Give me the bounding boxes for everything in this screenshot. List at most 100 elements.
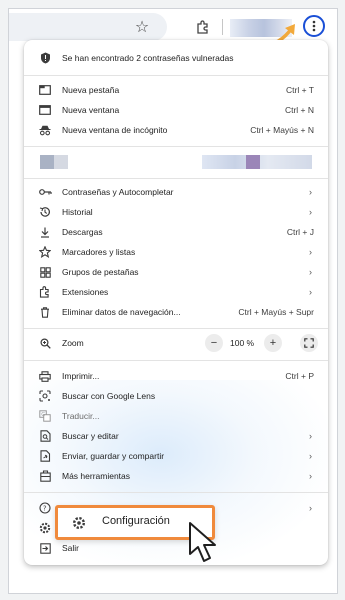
menu-item-label: Enviar, guardar y compartir — [62, 451, 165, 461]
menu-item-exit[interactable]: Salir — [24, 538, 328, 558]
menu-item-label: Buscar y editar — [62, 431, 119, 441]
menu-item-label: Descargas — [62, 227, 103, 237]
zoom-value: 100 % — [230, 338, 255, 348]
help-icon: ? — [38, 501, 52, 515]
shortcut-label: Ctrl + Mayús + N — [250, 125, 314, 135]
profile-avatar-blurred — [54, 155, 68, 169]
new-window-icon — [38, 103, 52, 117]
more-vert-menu-button[interactable] — [303, 15, 325, 37]
chevron-right-icon: › — [309, 247, 312, 257]
menu-item-label: Nueva ventana de incógnito — [62, 125, 168, 135]
key-icon — [38, 185, 52, 199]
profile-color-swatch — [246, 155, 260, 169]
chevron-right-icon: › — [309, 471, 312, 481]
new-tab-icon — [38, 83, 52, 97]
menu-item-tab-groups[interactable]: Grupos de pestañas › — [24, 262, 328, 282]
incognito-icon — [38, 123, 52, 137]
menu-item-label: Grupos de pestañas — [62, 267, 139, 277]
menu-item-label: Traducir... — [62, 411, 100, 421]
menu-item-extensions[interactable]: Extensiones › — [24, 282, 328, 302]
menu-item-label: Salir — [62, 543, 80, 553]
chevron-right-icon: › — [309, 431, 312, 441]
find-icon — [38, 429, 52, 443]
divider — [24, 360, 328, 361]
divider — [24, 492, 328, 493]
password-warning-label: Se han encontrado 2 contraseñas vulnerad… — [62, 53, 234, 63]
menu-item-label: Contraseñas y Autocompletar — [62, 187, 174, 197]
chevron-right-icon: › — [309, 287, 312, 297]
svg-text:?: ? — [43, 505, 47, 513]
menu-item-label: Más herramientas — [62, 471, 131, 481]
lens-icon — [38, 389, 52, 403]
menu-item-google-lens[interactable]: Buscar con Google Lens — [24, 386, 328, 406]
menu-item-translate[interactable]: G Traducir... — [24, 406, 328, 426]
translate-icon: G — [38, 409, 52, 423]
chevron-right-icon: › — [309, 503, 312, 513]
zoom-row: Zoom − 100 % + — [24, 332, 328, 354]
menu-item-find-edit[interactable]: Buscar y editar › — [24, 426, 328, 446]
fullscreen-button[interactable] — [300, 334, 318, 352]
download-icon — [38, 225, 52, 239]
zoom-label: Zoom — [62, 338, 84, 348]
chevron-right-icon: › — [309, 451, 312, 461]
extensions-icon — [38, 285, 52, 299]
extensions-icon[interactable] — [193, 17, 213, 37]
shortcut-label: Ctrl + J — [286, 227, 314, 237]
password-warning-item[interactable]: Se han encontrado 2 contraseñas vulnerad… — [24, 48, 328, 68]
print-icon — [38, 369, 52, 383]
tab-groups-icon — [38, 265, 52, 279]
menu-item-new-tab[interactable]: Nueva pestaña Ctrl + T — [24, 80, 328, 100]
divider — [24, 75, 328, 76]
menu-item-label: Imprimir... — [62, 371, 100, 381]
divider — [24, 146, 328, 147]
menu-item-label: Marcadores y listas — [62, 247, 136, 257]
zoom-out-button[interactable]: − — [205, 334, 223, 352]
zoom-in-button[interactable]: + — [264, 334, 282, 352]
chevron-right-icon: › — [309, 187, 312, 197]
menu-item-label: Eliminar datos de navegación... — [62, 307, 181, 317]
mouse-cursor-icon — [189, 522, 216, 562]
menu-item-label: Buscar con Google Lens — [62, 391, 156, 401]
chevron-right-icon: › — [309, 267, 312, 277]
share-icon — [38, 449, 52, 463]
menu-item-history[interactable]: Historial › — [24, 202, 328, 222]
trash-icon — [38, 305, 52, 319]
menu-item-clear-data[interactable]: Eliminar datos de navegación... Ctrl + M… — [24, 302, 328, 322]
gear-icon — [38, 521, 52, 535]
tools-icon — [38, 469, 52, 483]
menu-item-label: Nueva pestaña — [62, 85, 120, 95]
menu-item-passwords[interactable]: Contraseñas y Autocompletar › — [24, 182, 328, 202]
divider — [24, 178, 328, 179]
bookmark-star-icon[interactable]: ☆ — [132, 17, 152, 37]
svg-text:G: G — [41, 412, 45, 418]
shortcut-label: Ctrl + N — [284, 105, 314, 115]
menu-item-share[interactable]: Enviar, guardar y compartir › — [24, 446, 328, 466]
zoom-icon — [38, 336, 52, 350]
divider — [24, 328, 328, 329]
gear-icon — [72, 516, 86, 530]
chrome-main-menu: Se han encontrado 2 contraseñas vulnerad… — [24, 40, 328, 565]
settings-label: Configuración — [102, 515, 170, 527]
menu-item-new-window[interactable]: Nueva ventana Ctrl + N — [24, 100, 328, 120]
menu-item-label: Nueva ventana — [62, 105, 120, 115]
menu-item-label: Historial — [62, 207, 93, 217]
toolbar-separator — [222, 19, 223, 35]
menu-item-downloads[interactable]: Descargas Ctrl + J — [24, 222, 328, 242]
shortcut-label: Ctrl + P — [285, 371, 314, 381]
star-icon — [38, 245, 52, 259]
shortcut-label: Ctrl + Mayús + Supr — [238, 307, 314, 317]
chevron-right-icon: › — [309, 207, 312, 217]
fullscreen-icon — [304, 338, 314, 348]
menu-item-label: Extensiones — [62, 287, 109, 297]
shortcut-label: Ctrl + T — [286, 85, 314, 95]
menu-item-print[interactable]: Imprimir... Ctrl + P — [24, 366, 328, 386]
exit-icon — [38, 541, 52, 555]
more-vert-icon — [312, 20, 316, 32]
shield-icon — [38, 51, 52, 65]
profile-row[interactable] — [24, 152, 328, 172]
history-icon — [38, 205, 52, 219]
menu-item-bookmarks[interactable]: Marcadores y listas › — [24, 242, 328, 262]
menu-item-more-tools[interactable]: Más herramientas › — [24, 466, 328, 486]
profile-avatar-blurred — [40, 155, 54, 169]
menu-item-incognito[interactable]: Nueva ventana de incógnito Ctrl + Mayús … — [24, 120, 328, 140]
